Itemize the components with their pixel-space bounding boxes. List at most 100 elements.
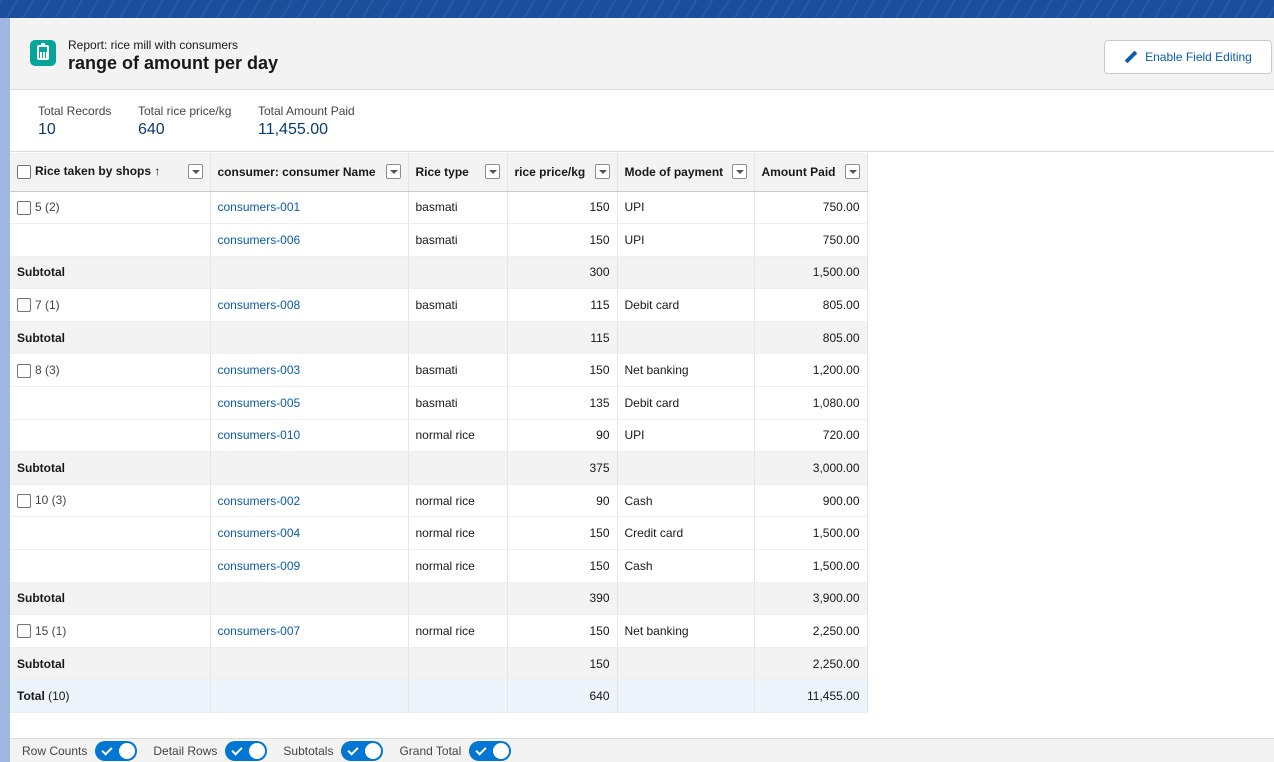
column-header-consumer-name[interactable]: consumer: consumer Name — [210, 153, 409, 192]
subtotal-row: Subtotal 115 805.00 — [10, 321, 868, 355]
empty-cell — [617, 321, 755, 355]
column-header-amount-paid[interactable]: Amount Paid — [754, 153, 868, 192]
payment-mode-cell: Cash — [617, 549, 755, 583]
amount-cell: 750.00 — [754, 223, 868, 257]
subtotal-amount: 2,250.00 — [754, 647, 868, 681]
empty-cell — [617, 582, 755, 616]
payment-mode-cell: UPI — [617, 223, 755, 257]
summary-total-records: Total Records 10 — [38, 104, 111, 139]
consumer-link[interactable]: consumers-006 — [218, 233, 301, 247]
consumer-link[interactable]: consumers-008 — [218, 298, 301, 312]
consumer-link[interactable]: consumers-005 — [218, 396, 301, 410]
top-banner — [0, 0, 1274, 18]
column-menu-dropdown-icon[interactable] — [484, 164, 500, 180]
price-cell: 135 — [507, 386, 618, 420]
column-header-label: Mode of payment — [624, 164, 724, 179]
price-cell: 150 — [507, 353, 618, 388]
rice-type-cell: normal rice — [408, 549, 508, 583]
column-header-mode-of-payment[interactable]: Mode of payment — [617, 153, 755, 192]
row-checkbox[interactable] — [17, 624, 31, 639]
check-icon — [231, 743, 244, 756]
group-cell: 15 (1) — [10, 614, 211, 648]
column-menu-dropdown-icon[interactable] — [385, 164, 401, 180]
group-label: 15 (1) — [35, 623, 67, 638]
consumer-name-cell: consumers-001 — [210, 191, 409, 225]
consumer-name-cell: consumers-006 — [210, 223, 409, 257]
summary-label: Total Records — [38, 104, 112, 118]
amount-cell: 1,080.00 — [754, 386, 868, 420]
consumer-link[interactable]: consumers-010 — [218, 428, 301, 442]
column-header-label: rice price/kg — [514, 164, 586, 179]
grand-total-count: (10) — [48, 689, 70, 704]
summary-total-amount: Total Amount Paid 11,455.00 — [258, 104, 355, 139]
subtotal-price: 115 — [507, 321, 618, 355]
subtotal-price: 375 — [507, 451, 618, 485]
consumer-name-cell: consumers-007 — [210, 614, 409, 648]
subtotal-price: 300 — [507, 256, 618, 290]
column-menu-dropdown-icon[interactable] — [187, 164, 203, 180]
group-label: 7 (1) — [35, 297, 60, 312]
rice-type-cell: normal rice — [408, 484, 508, 518]
empty-cell — [210, 647, 409, 681]
subtotal-row: Subtotal 150 2,250.00 — [10, 647, 868, 681]
table-row: 15 (1) consumers-007 normal rice 150 Net… — [10, 614, 868, 648]
table-row: 5 (2) consumers-001 basmati 150 UPI 750.… — [10, 191, 868, 225]
payment-mode-cell: Net banking — [617, 353, 755, 388]
table-row: 7 (1) consumers-008 basmati 115 Debit ca… — [10, 288, 868, 322]
row-counts-toggle[interactable] — [95, 740, 138, 761]
column-header-rice-price[interactable]: rice price/kg — [507, 153, 618, 192]
grand-total-toggle[interactable] — [469, 740, 512, 761]
subtotal-label: Subtotal — [10, 321, 211, 355]
group-cell: 10 (3) — [10, 484, 211, 518]
consumer-link[interactable]: consumers-001 — [218, 200, 301, 214]
summary-value: 10 — [38, 121, 56, 138]
consumer-link[interactable]: consumers-007 — [218, 624, 301, 638]
subtotal-amount: 3,000.00 — [754, 451, 868, 485]
subtotal-row: Subtotal 375 3,000.00 — [10, 451, 868, 485]
grand-total-row: Total (10) 640 11,455.00 — [10, 679, 868, 713]
group-cell — [10, 549, 211, 583]
column-header-rice-taken[interactable]: Rice taken by shops ↑ — [10, 153, 211, 192]
consumer-link[interactable]: consumers-003 — [218, 363, 301, 377]
empty-cell — [408, 321, 508, 355]
price-cell: 150 — [507, 614, 618, 648]
column-menu-dropdown-icon[interactable] — [844, 164, 860, 180]
empty-cell — [210, 256, 409, 290]
empty-cell — [408, 679, 508, 713]
enable-field-editing-button[interactable]: Enable Field Editing — [1104, 40, 1272, 74]
detail-rows-toggle[interactable] — [225, 740, 268, 761]
column-header-rice-type[interactable]: Rice type — [408, 153, 508, 192]
column-header-label: Rice type — [415, 164, 469, 179]
amount-cell: 1,500.00 — [754, 516, 868, 551]
toggle-subtotals: Subtotals — [283, 740, 384, 761]
toggle-label: Detail Rows — [153, 743, 218, 758]
report-footer-toggles: Row Counts Detail Rows Subtotals Grand T… — [10, 738, 1274, 762]
column-menu-dropdown-icon[interactable] — [731, 164, 747, 180]
consumer-link[interactable]: consumers-002 — [218, 494, 301, 508]
report-header: Report: rice mill with consumers range o… — [10, 18, 1274, 90]
amount-cell: 2,250.00 — [754, 614, 868, 648]
table-row: consumers-009 normal rice 150 Cash 1,500… — [10, 549, 868, 583]
grand-total-label-cell: Total (10) — [10, 679, 211, 713]
subtotals-toggle[interactable] — [341, 740, 384, 761]
row-checkbox[interactable] — [17, 494, 31, 509]
consumer-name-cell: consumers-008 — [210, 288, 409, 322]
table-row: consumers-010 normal rice 90 UPI 720.00 — [10, 419, 868, 453]
payment-mode-cell: UPI — [617, 191, 755, 225]
row-checkbox[interactable] — [17, 298, 31, 313]
consumer-name-cell: consumers-002 — [210, 484, 409, 518]
summary-value: 640 — [138, 121, 165, 138]
group-label: 10 (3) — [35, 493, 67, 508]
row-checkbox[interactable] — [17, 363, 31, 378]
rice-type-cell: basmati — [408, 288, 508, 322]
report-subtitle: Report: rice mill with consumers — [68, 38, 239, 52]
consumer-link[interactable]: consumers-009 — [218, 559, 301, 573]
consumer-link[interactable]: consumers-004 — [218, 526, 301, 540]
select-all-checkbox[interactable] — [17, 165, 31, 180]
column-menu-dropdown-icon[interactable] — [594, 164, 610, 180]
summary-label: Total Amount Paid — [258, 104, 355, 118]
empty-cell — [210, 582, 409, 616]
group-label: 5 (2) — [35, 199, 60, 214]
column-header-label: consumer: consumer Name — [217, 164, 376, 179]
row-checkbox[interactable] — [17, 200, 31, 215]
